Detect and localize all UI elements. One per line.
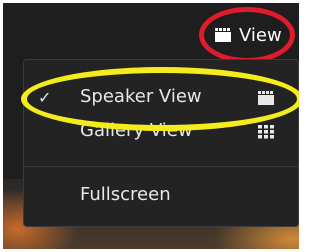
screenshot-frame: View ✓ Speaker View Gallery View Fullscr… <box>3 3 299 249</box>
menu-item-fullscreen[interactable]: Fullscreen <box>24 178 298 214</box>
menu-separator <box>24 166 298 167</box>
menu-item-gallery-view[interactable]: Gallery View <box>24 114 298 150</box>
view-button-label: View <box>239 24 282 46</box>
menu-item-label: Gallery View <box>80 120 193 141</box>
speaker-view-icon <box>258 91 274 105</box>
menu-item-speaker-view[interactable]: ✓ Speaker View <box>24 80 298 116</box>
view-menu: ✓ Speaker View Gallery View Fullscreen <box>23 59 299 227</box>
gallery-grid-icon <box>258 125 274 139</box>
speaker-view-icon <box>215 28 231 42</box>
checkmark-icon: ✓ <box>38 88 52 107</box>
menu-item-label: Fullscreen <box>80 184 171 205</box>
view-button[interactable]: View <box>215 20 282 50</box>
menu-item-label: Speaker View <box>80 86 202 107</box>
